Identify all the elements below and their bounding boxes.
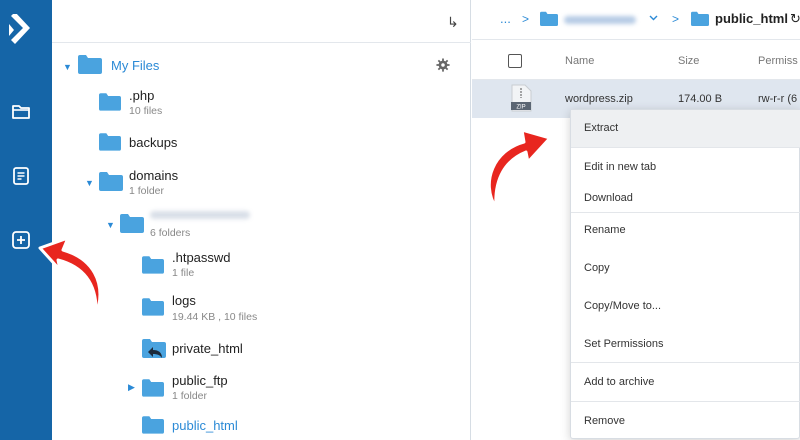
annotation-arrow-icon [487,128,552,210]
folder-icon [120,214,144,233]
breadcrumb-current: public_html [715,11,788,26]
context-menu: Extract Edit in new tab Download Rename … [570,109,800,439]
tree-root-label[interactable]: My Files [111,58,159,73]
annotation-arrow-icon [38,236,102,318]
logo-icon[interactable] [8,14,36,46]
folder-icon [540,11,558,26]
tree-item-label: domains [129,168,179,183]
tree-item-meta: 10 files [129,105,163,117]
left-sidebar [0,0,52,440]
column-header-size[interactable]: Size [678,55,699,67]
tree-item-meta: 19.44 KB , 10 files [172,311,258,323]
collapse-icon[interactable]: ↳ [447,14,459,31]
menu-item-set-permissions[interactable]: Set Permissions [571,334,800,354]
folder-icon [99,133,121,151]
tree-item-meta: 1 file [172,267,195,279]
redacted-domain-crumb[interactable] [564,16,636,24]
menu-item-add-archive[interactable]: Add to archive [571,372,800,392]
folder-icon [142,298,164,316]
expand-caret-icon[interactable]: ▶ [128,382,135,393]
menu-item-edit-new-tab[interactable]: Edit in new tab [571,157,800,177]
folder-icon [99,172,123,191]
chevron-right-icon: > [672,12,680,26]
folder-icon [142,379,164,397]
file-permissions: rw-r-r (6 [758,93,798,105]
menu-divider [571,362,800,363]
table-header: Name Size Permiss [472,40,800,80]
refresh-icon[interactable]: ↻ [790,11,800,27]
folder-icon[interactable] [11,101,31,121]
tree-item-label: backups [129,135,178,150]
menu-item-extract[interactable]: Extract [571,110,800,147]
expand-caret-icon[interactable]: ▼ [106,220,115,230]
file-name[interactable]: wordpress.zip [565,93,633,105]
tree-item-label: .php [129,88,155,103]
tree-item-meta: 1 folder [129,185,165,197]
folder-tree-panel: ↳ ▼ My Files .php 10 files backups ▼ dom… [52,0,471,440]
folder-icon [142,416,164,434]
expand-caret-icon[interactable]: ▼ [85,178,94,188]
tree-item-label: logs [172,293,196,308]
gear-icon[interactable] [436,58,450,72]
folder-icon [78,55,102,74]
document-icon[interactable] [11,166,31,186]
menu-item-download[interactable]: Download [571,188,800,208]
breadcrumb: ... > > public_html ↻ [472,0,800,40]
menu-divider [571,147,800,148]
tree-item-meta: 6 folders [150,227,191,239]
menu-item-remove[interactable]: Remove [571,411,800,431]
menu-item-copy-move[interactable]: Copy/Move to... [571,296,800,316]
plus-square-icon[interactable] [11,230,31,250]
zip-file-icon: ZIP [511,84,532,112]
expand-caret-icon[interactable]: ▼ [63,62,72,72]
menu-item-rename[interactable]: Rename [571,220,800,240]
menu-divider [571,401,800,402]
tree-toolbar: ↳ [52,0,471,43]
chevron-right-icon: > [522,12,530,26]
zip-label: ZIP [516,105,525,111]
chevron-down-icon[interactable] [649,15,658,21]
folder-icon [142,256,164,274]
breadcrumb-ellipsis[interactable]: ... [500,11,511,26]
folder-icon [99,93,121,111]
tree-item-label: .htpasswd [172,250,231,265]
tree-item-meta: 1 folder [172,390,208,402]
tree-item-label: public_html [172,418,238,433]
menu-item-copy[interactable]: Copy [571,258,800,278]
select-all-checkbox[interactable] [508,54,522,68]
tree-item-label: public_ftp [172,373,228,388]
file-size: 174.00 B [678,93,723,105]
column-header-permissions[interactable]: Permiss [758,55,798,67]
folder-link-icon [142,339,166,358]
menu-divider [571,212,800,213]
tree-item-label: private_html [172,341,243,356]
column-header-name[interactable]: Name [565,55,594,67]
redacted-domain-name [150,211,250,219]
folder-icon [691,11,709,26]
